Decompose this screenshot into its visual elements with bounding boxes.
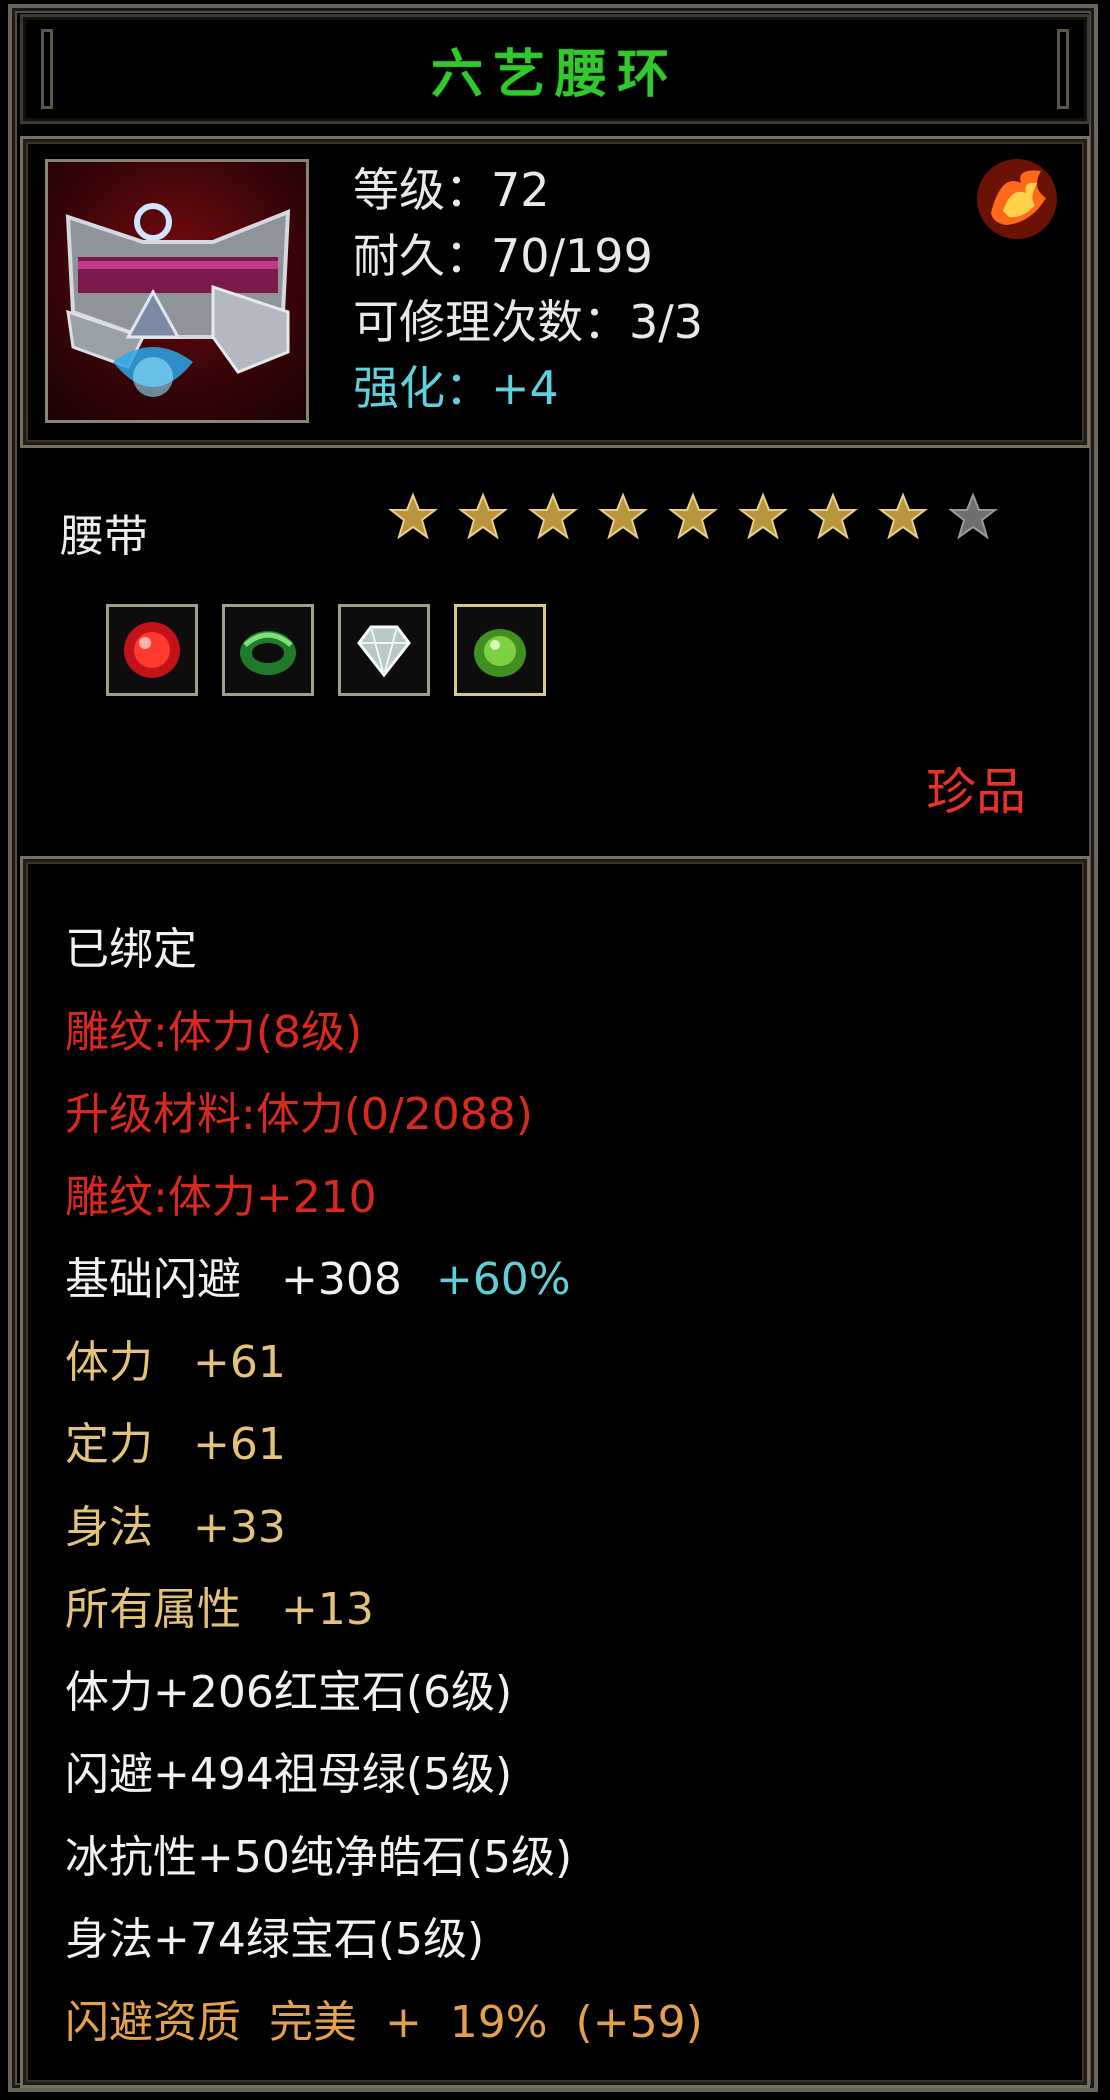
base-dodge-bonus: +60% <box>435 1254 571 1305</box>
base-dodge-row: 基础闪避 +308 +60% <box>65 1239 703 1322</box>
engrave-bonus: 雕纹:体力+210 <box>65 1171 377 1223</box>
all-attributes-value: +13 <box>281 1584 374 1635</box>
gem-bonus-3: 冰抗性+50纯净皓石(5级) <box>65 1831 573 1883</box>
level-line: 等级：72 <box>353 163 550 217</box>
stats-panel: 已绑定 雕纹:体力(8级) 升级材料:体力(0/2088) 雕纹:体力+210 … <box>20 856 1090 2088</box>
upgrade-material: 升级材料:体力(0/2088) <box>65 1089 533 1140</box>
green-ring-gem-icon <box>240 631 296 675</box>
durability-line: 耐久：70/199 <box>353 229 653 283</box>
base-dodge-value: +308 <box>281 1254 402 1305</box>
green-crystal-gem-icon <box>474 629 526 677</box>
enhance-line: 强化：+4 <box>353 361 559 415</box>
star-filled-icon <box>808 492 858 540</box>
star-filled-icon <box>668 492 718 540</box>
belt-icon <box>45 159 309 423</box>
agility-row: 身法 +33 <box>65 1487 703 1570</box>
repair-count-line: 可修理次数：3/3 <box>353 295 704 349</box>
focus-label: 定力 <box>65 1419 153 1470</box>
star-empty-icon <box>948 492 998 540</box>
gem-bonus-2: 闪避+494祖母绿(5级) <box>65 1749 513 1800</box>
engrave-level: 雕纹:体力(8级) <box>65 1006 363 1058</box>
stamina-row: 体力 +61 <box>65 1322 703 1405</box>
star-filled-icon <box>598 492 648 540</box>
item-header-panel: 等级：72 耐久：70/199 可修理次数：3/3 强化：+4 <box>20 136 1090 448</box>
star-filled-icon <box>458 492 508 540</box>
bound-status: 已绑定 <box>65 924 197 975</box>
base-dodge-label: 基础闪避 <box>65 1254 241 1305</box>
red-gem-icon <box>124 622 180 678</box>
star-filled-icon <box>738 492 788 540</box>
title-decoration-right <box>1057 29 1069 109</box>
focus-row: 定力 +61 <box>65 1404 703 1487</box>
title-decoration-left <box>41 29 53 109</box>
item-name: 六艺腰环 <box>430 44 679 105</box>
slot-type: 腰带 <box>60 511 148 562</box>
gem-slot-4[interactable] <box>454 604 546 696</box>
agility-value: +33 <box>193 1501 286 1553</box>
gem-bonus-4: 身法+74绿宝石(5级) <box>65 1914 485 1965</box>
dodge-quality-line: 闪避资质 完美 + 19% (+59) <box>65 1996 703 2048</box>
title-bar: 六艺腰环 <box>20 14 1090 124</box>
star-filled-icon <box>878 492 928 540</box>
focus-value: +61 <box>193 1419 286 1470</box>
item-info: 等级：72 耐久：70/199 可修理次数：3/3 强化：+4 <box>353 157 703 421</box>
star-filled-icon <box>388 492 438 540</box>
gem-bonus-1: 体力+206红宝石(6级) <box>65 1666 513 1718</box>
gem-slot-1[interactable] <box>106 604 198 696</box>
agility-label: 身法 <box>65 1501 153 1553</box>
all-attributes-row: 所有属性 +13 <box>65 1569 703 1652</box>
stamina-value: +61 <box>193 1336 286 1388</box>
star-filled-icon <box>528 492 578 540</box>
all-attributes-label: 所有属性 <box>65 1584 241 1635</box>
fire-element-icon <box>971 153 1063 245</box>
stamina-label: 体力 <box>65 1336 153 1388</box>
white-diamond-gem-icon <box>357 625 411 678</box>
stats-list: 已绑定 雕纹:体力(8级) 升级材料:体力(0/2088) 雕纹:体力+210 … <box>65 909 703 2064</box>
rarity-label: 珍品 <box>926 763 1026 821</box>
star-rating <box>388 492 998 542</box>
gem-slot-3[interactable] <box>338 604 430 696</box>
gem-sockets <box>106 604 546 696</box>
gem-slot-2[interactable] <box>222 604 314 696</box>
